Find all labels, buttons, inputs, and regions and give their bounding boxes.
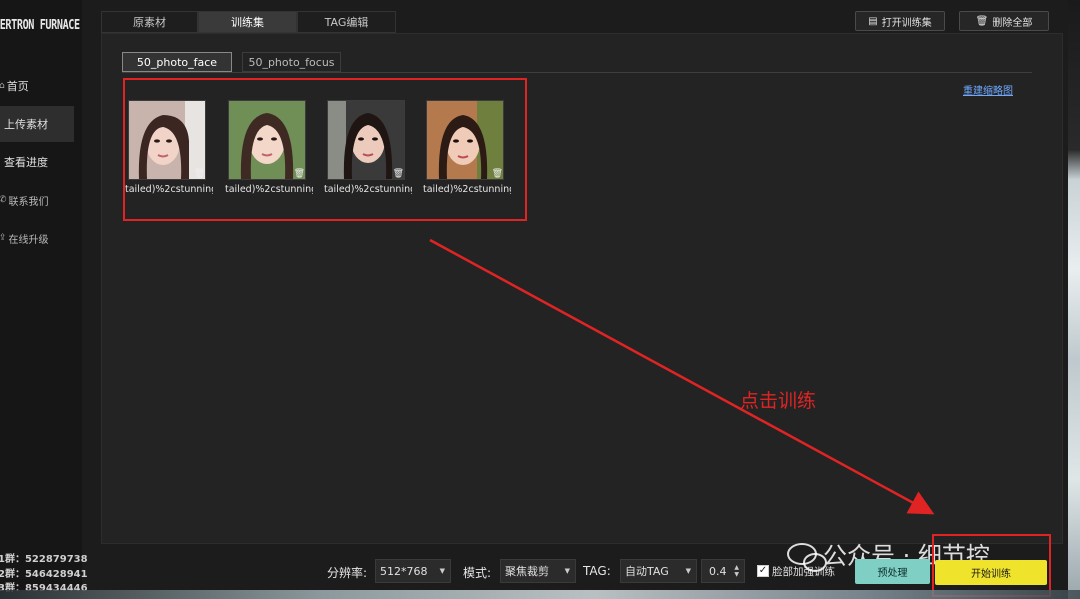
mode-value: 聚焦裁剪	[505, 565, 549, 578]
background-edge	[1068, 0, 1080, 599]
threshold-value: 0.4	[709, 564, 727, 578]
tag-label: TAG:	[583, 564, 611, 578]
mode-label: 模式:	[463, 566, 492, 580]
threshold-stepper[interactable]: 0.4 ▲ ▼	[701, 559, 745, 583]
check-icon: ✓	[758, 565, 768, 576]
chevron-down-icon: ▼	[685, 567, 691, 575]
tag-select[interactable]: 自动TAG ▼	[620, 559, 697, 583]
stepper-arrows-icon[interactable]: ▲ ▼	[734, 564, 739, 578]
face-enhance-checkbox[interactable]: ✓	[757, 565, 769, 577]
mode-select[interactable]: 聚焦裁剪 ▼	[500, 559, 576, 583]
wechat-icon	[787, 542, 827, 572]
preprocess-button[interactable]: 预处理	[855, 559, 930, 584]
resolution-value: 512*768	[380, 564, 428, 578]
resolution-label: 分辨率:	[327, 566, 368, 580]
chevron-down-icon: ▼	[564, 567, 570, 575]
tag-value: 自动TAG	[625, 565, 669, 578]
resolution-select[interactable]: 512*768 ▼	[375, 559, 451, 583]
chevron-down-icon: ▼	[439, 567, 445, 575]
annotation-text: 点击训练	[740, 390, 817, 412]
background-strip	[0, 590, 1080, 599]
start-training-button[interactable]: 开始训练	[935, 560, 1047, 585]
annotation-arrow	[429, 238, 935, 515]
